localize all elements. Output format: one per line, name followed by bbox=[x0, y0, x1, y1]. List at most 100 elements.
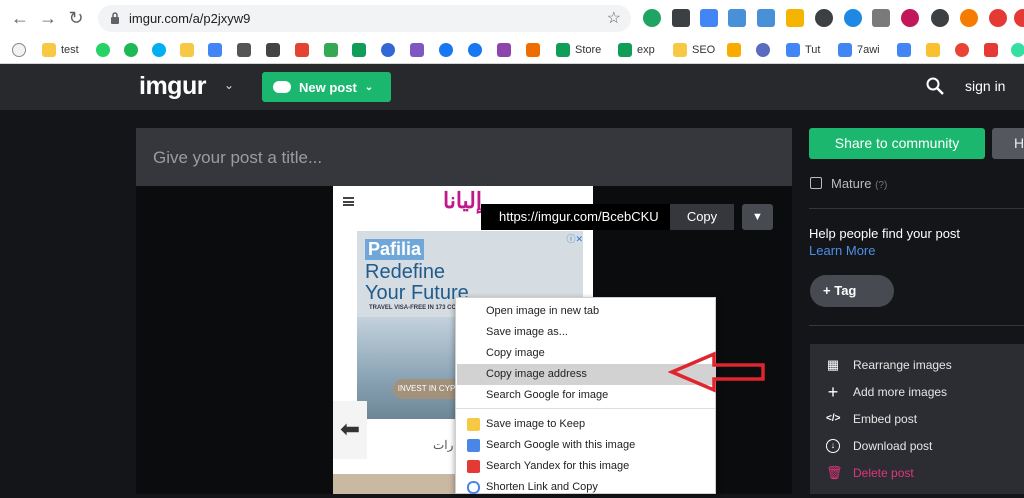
add-tag-button[interactable]: + Tag bbox=[810, 275, 894, 307]
plane-icon bbox=[926, 43, 940, 57]
sign-in-link[interactable]: sign in bbox=[965, 78, 1005, 94]
translate-extension-icon[interactable] bbox=[728, 9, 746, 27]
extension-icon[interactable] bbox=[960, 9, 978, 27]
bookmark-keep[interactable] bbox=[180, 41, 199, 59]
extension-icon[interactable] bbox=[901, 9, 919, 27]
save-icon bbox=[266, 43, 280, 57]
bookmarks-bar: test Store exp SEO Tut 7awi bbox=[0, 36, 1024, 64]
bookmark-send[interactable] bbox=[352, 41, 371, 59]
menu-item-search-yandex[interactable]: Search Yandex for this image bbox=[457, 456, 715, 477]
doc-icon bbox=[897, 43, 911, 57]
address-bar[interactable]: imgur.com/a/p2jxyw9 ☆ bbox=[98, 5, 631, 32]
help-text: Help people find your post bbox=[809, 226, 961, 241]
extension-icon[interactable] bbox=[844, 9, 862, 27]
back-icon[interactable]: ← bbox=[8, 6, 32, 30]
action-label: Delete post bbox=[853, 466, 914, 480]
menu-separator bbox=[456, 408, 715, 409]
divider bbox=[809, 208, 1024, 209]
search-icon[interactable] bbox=[926, 77, 944, 95]
copy-link-button[interactable]: Copy bbox=[670, 204, 734, 230]
skype-icon bbox=[152, 43, 166, 57]
learn-more-link[interactable]: Learn More bbox=[809, 243, 875, 258]
bookmark-star-icon[interactable]: ☆ bbox=[607, 8, 621, 28]
delete-post-action[interactable]: 🗑 Delete post bbox=[826, 463, 914, 483]
menu-item-save-image-as[interactable]: Save image as... bbox=[457, 322, 715, 343]
bookmark-label: test bbox=[61, 44, 79, 56]
menu-item-open-new-tab[interactable]: Open image in new tab bbox=[457, 301, 715, 322]
bookmark-calendar[interactable] bbox=[208, 41, 227, 59]
bookmark-facebook[interactable] bbox=[439, 41, 458, 59]
bookmark-analytics[interactable] bbox=[727, 41, 746, 59]
chart-extension-icon[interactable] bbox=[786, 9, 804, 27]
mature-label: Mature (?) bbox=[831, 176, 887, 191]
eyedropper-extension-icon[interactable] bbox=[672, 9, 690, 27]
chevron-down-icon[interactable]: ⌄ bbox=[224, 78, 234, 92]
analytics-icon bbox=[727, 43, 741, 57]
new-post-button[interactable]: New post ⌄ bbox=[262, 72, 391, 102]
owl-icon bbox=[1011, 43, 1024, 57]
bookmark-doc[interactable] bbox=[897, 41, 916, 59]
expand-options-button[interactable]: ▼ bbox=[742, 204, 773, 230]
share-link-url[interactable]: https://imgur.com/BcebCKU bbox=[499, 209, 659, 224]
bookmark-plane[interactable] bbox=[926, 41, 945, 59]
post-title-input[interactable]: Give your post a title... bbox=[136, 128, 792, 186]
bookmark-store[interactable]: Store bbox=[556, 41, 601, 59]
mature-help-icon[interactable]: (?) bbox=[875, 180, 887, 191]
bookmark-c[interactable] bbox=[381, 41, 400, 59]
mature-checkbox[interactable] bbox=[810, 177, 822, 189]
menu-item-search-google-with-image[interactable]: Search Google with this image bbox=[457, 435, 715, 456]
extension-icon[interactable] bbox=[1014, 9, 1024, 27]
extension-icon[interactable] bbox=[872, 9, 890, 27]
embed-post-action[interactable]: </> Embed post bbox=[826, 409, 917, 429]
extension-icon[interactable] bbox=[931, 9, 949, 27]
spotify-icon bbox=[124, 43, 138, 57]
rearrange-images-action[interactable]: ▦ Rearrange images bbox=[826, 355, 952, 375]
menu-item-shorten-link[interactable]: Shorten Link and Copy bbox=[457, 477, 715, 498]
bookmark-google[interactable] bbox=[955, 41, 974, 59]
extension-icon[interactable] bbox=[643, 9, 661, 27]
bookmark-cube[interactable] bbox=[497, 41, 516, 59]
extension-icon[interactable] bbox=[815, 9, 833, 27]
url-text: imgur.com/a/p2jxyw9 bbox=[129, 11, 251, 26]
forward-icon[interactable]: → bbox=[36, 6, 60, 30]
ad-headline-1: Redefine bbox=[365, 261, 446, 283]
bookmark-save[interactable] bbox=[266, 41, 285, 59]
imgur-logo[interactable]: imgur bbox=[139, 72, 206, 101]
ad-subtext: TRAVEL VISA-FREE IN 173 CO bbox=[369, 305, 457, 311]
bookmark-purple[interactable] bbox=[410, 41, 429, 59]
hidden-button[interactable]: H bbox=[992, 128, 1024, 159]
menu-item-label: Search Google with this image bbox=[486, 439, 636, 451]
link-extension-icon[interactable] bbox=[700, 9, 718, 27]
bookmark-seo[interactable]: SEO bbox=[673, 41, 715, 59]
image-icon bbox=[467, 460, 480, 473]
bookmark-drive[interactable] bbox=[324, 41, 343, 59]
extension-icon[interactable] bbox=[757, 9, 775, 27]
bookmark-facebook-2[interactable] bbox=[468, 41, 487, 59]
bookmark-icon[interactable] bbox=[12, 41, 31, 59]
bookmark-red[interactable] bbox=[984, 41, 1003, 59]
menu-item-save-to-keep[interactable]: Save image to Keep bbox=[457, 414, 715, 435]
bookmark-spotify[interactable] bbox=[124, 41, 143, 59]
bookmark-wifi[interactable] bbox=[756, 41, 775, 59]
bookmark-skype[interactable] bbox=[152, 41, 171, 59]
doc-icon bbox=[786, 43, 800, 57]
send-icon bbox=[352, 43, 366, 57]
menu-item-label: Search Yandex for this image bbox=[486, 460, 630, 472]
download-post-action[interactable]: ↓ Download post bbox=[826, 436, 932, 456]
share-to-community-button[interactable]: Share to community bbox=[809, 128, 985, 159]
ad-close-icon: ⓘ✕ bbox=[566, 234, 583, 244]
bookmark-todoist[interactable] bbox=[295, 41, 314, 59]
action-label: Download post bbox=[853, 439, 933, 453]
bookmark-7awi[interactable]: 7awi bbox=[838, 41, 880, 59]
bookmark-exp[interactable]: exp bbox=[618, 41, 655, 59]
extension-icon[interactable] bbox=[989, 9, 1007, 27]
bookmark-whatsapp[interactable] bbox=[96, 41, 115, 59]
keep-icon bbox=[467, 418, 480, 431]
bookmark-tut[interactable]: Tut bbox=[786, 41, 821, 59]
bookmark-sheets[interactable] bbox=[237, 41, 256, 59]
bookmark-test[interactable]: test bbox=[42, 41, 79, 59]
reload-icon[interactable]: ↻ bbox=[64, 6, 88, 30]
bookmark-tripadvisor[interactable] bbox=[1011, 41, 1024, 59]
bookmark-link[interactable] bbox=[526, 41, 545, 59]
add-more-images-action[interactable]: + Add more images bbox=[826, 382, 947, 402]
